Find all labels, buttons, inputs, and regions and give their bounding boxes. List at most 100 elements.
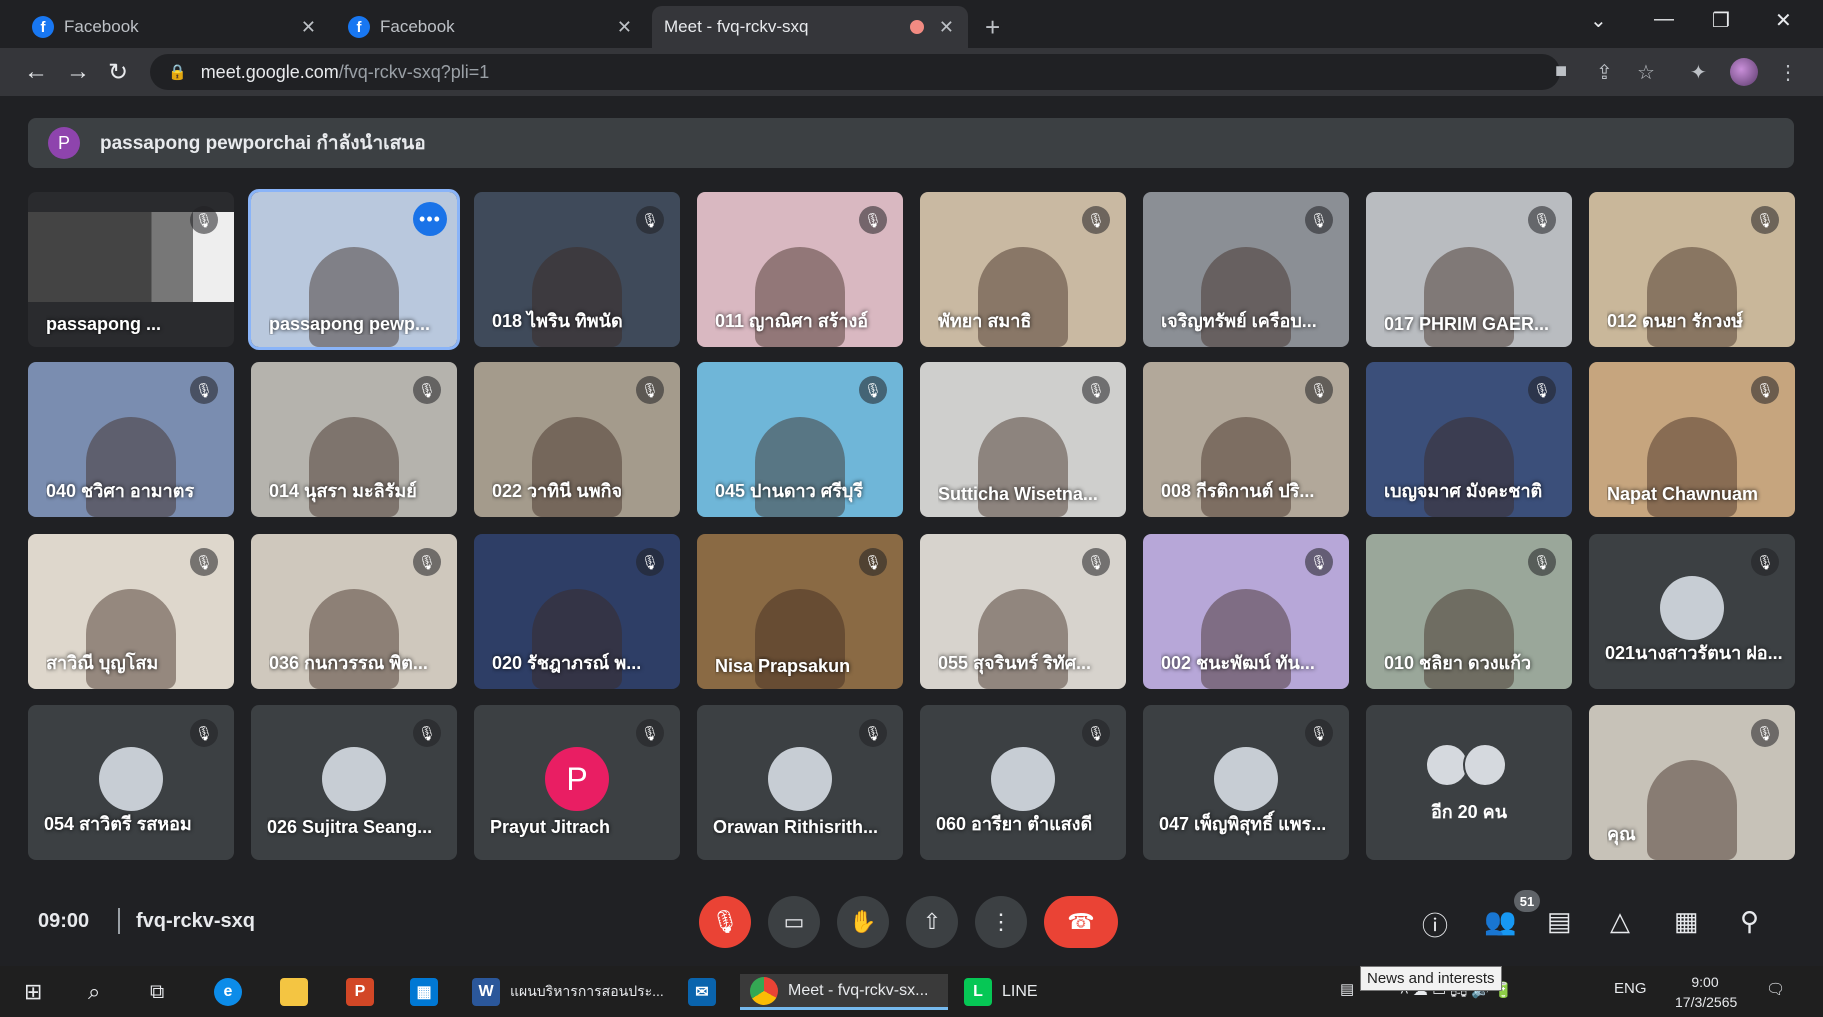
info-icon[interactable]: ⓘ	[1422, 906, 1448, 943]
search-button[interactable]: ⌕	[88, 974, 100, 1010]
participant-tile[interactable]: 🎙 011 ญาณิศา สร้างอ์	[697, 192, 903, 347]
close-icon[interactable]: ✕	[617, 17, 632, 38]
reload-icon[interactable]: ↻	[108, 58, 128, 87]
more-options-button[interactable]: ⋮	[975, 896, 1027, 948]
back-icon[interactable]: ←	[24, 58, 48, 86]
mail-button[interactable]: ✉	[688, 974, 726, 1010]
participant-tile[interactable]: 🎙 020 รัชฎาภรณ์ พ...	[474, 534, 680, 689]
participant-tile[interactable]: 🎙 Sutticha Wisetna...	[920, 362, 1126, 517]
participant-tile[interactable]: 🎙 047 เพ็ญพิสุทธิ์ แพร...	[1143, 705, 1349, 860]
participant-tile[interactable]: 🎙 สาวิณี บุญโสม	[28, 534, 234, 689]
participant-tile[interactable]: 🎙 060 อารียา ตำแสงดี	[920, 705, 1126, 860]
forward-icon[interactable]: →	[66, 58, 90, 86]
participant-tile[interactable]: 🎙 พัทยา สมาธิ	[920, 192, 1126, 347]
taskbar-line[interactable]: L LINE	[964, 974, 1038, 1010]
file-explorer-button[interactable]	[280, 974, 318, 1010]
share-icon[interactable]: ⇪	[1596, 60, 1613, 85]
participant-tile[interactable]: 🎙 036 กนกวรรณ พิต...	[251, 534, 457, 689]
extensions-icon[interactable]: ✦	[1690, 60, 1707, 85]
participant-tile[interactable]: 🎙 คุณ	[1589, 705, 1795, 860]
activities-icon[interactable]: △	[1610, 906, 1630, 937]
lock-icon[interactable]: 🔒	[168, 63, 187, 81]
bookmark-star-icon[interactable]: ☆	[1637, 60, 1655, 85]
camera-in-use-icon[interactable]: ■	[1555, 60, 1567, 83]
leave-call-button[interactable]: ☎	[1044, 896, 1118, 948]
tab-facebook-2[interactable]: f Facebook ✕	[336, 6, 646, 48]
tile-layout-icon[interactable]: ▦	[1674, 906, 1699, 937]
participant-name: 018 ไพริน ทิพนัด	[492, 311, 623, 331]
participant-tile[interactable]: 🎙 045 ปานดาว ศรีบุรี	[697, 362, 903, 517]
participant-tile[interactable]: 🎙 022 วาทินี นพกิจ	[474, 362, 680, 517]
minimize-button[interactable]: —	[1654, 8, 1674, 31]
participant-tile[interactable]: 🎙 Nisa Prapsakun	[697, 534, 903, 689]
mic-muted-icon: 🎙	[1305, 206, 1333, 234]
mic-muted-icon: 🎙	[413, 719, 441, 747]
task-view-button[interactable]: ⧉	[150, 974, 164, 1010]
participant-tile[interactable]: 🎙 021นางสาวรัตนา ฝอ...	[1589, 534, 1795, 689]
chat-icon[interactable]: ▤	[1547, 906, 1572, 937]
participant-tile[interactable]: 🎙 018 ไพริน ทิพนัด	[474, 192, 680, 347]
input-language[interactable]: ENG	[1614, 980, 1647, 997]
system-clock[interactable]: 9:00 17/3/2565	[1675, 972, 1737, 1012]
close-icon[interactable]: ✕	[939, 17, 954, 38]
host-controls-icon[interactable]: ⚲	[1740, 906, 1759, 937]
tab-facebook-1[interactable]: f Facebook ✕	[20, 6, 330, 48]
profile-avatar[interactable]	[1730, 58, 1758, 86]
raise-hand-button[interactable]: ✋	[837, 896, 889, 948]
participant-tile[interactable]: 🎙 Napat Chawnuam	[1589, 362, 1795, 517]
store-button[interactable]: ▦	[410, 974, 448, 1010]
participant-tile[interactable]: 🎙 014 นุสรา มะลิรัมย์	[251, 362, 457, 517]
url-path: /fvq-rckv-sxq?pli=1	[338, 61, 490, 82]
new-tab-button[interactable]: +	[985, 12, 1000, 43]
tab-meet[interactable]: ▶ Meet - fvq-rckv-sxq ✕	[652, 6, 968, 124]
participant-tile[interactable]: 🎙 เบญจมาศ มังคะชาติ	[1366, 362, 1572, 517]
meeting-control-bar: 09:00 fvq-rckv-sxq 🎙 ▭ ✋ ⇧ ⋮ ☎ ⓘ 👥 51 ▤ …	[6, 882, 1817, 966]
participant-tile[interactable]: 🎙 เจริญทรัพย์ เครือบ...	[1143, 192, 1349, 347]
task-view-icon: ⧉	[150, 980, 165, 1003]
close-icon[interactable]: ✕	[301, 17, 316, 38]
edge-button[interactable]: e	[214, 974, 252, 1010]
participant-tile[interactable]: 🎙 008 กีรติกานต์ ปริ...	[1143, 362, 1349, 517]
participant-tile[interactable]: 🎙 040 ชวิศา อามาตร	[28, 362, 234, 517]
participant-name: 036 กนกวรรณ พิต...	[269, 653, 428, 673]
participant-tile[interactable]: อีก 20 คน	[1366, 705, 1572, 860]
present-button[interactable]: ⇧	[906, 896, 958, 948]
news-interests-icon[interactable]: ▤	[1340, 980, 1354, 998]
restore-button[interactable]: ❐	[1712, 8, 1730, 33]
participant-tile[interactable]: 🎙 017 PHRIM GAER...	[1366, 192, 1572, 347]
tab-search-icon[interactable]: ⌄	[1590, 8, 1607, 33]
mic-muted-icon: 🎙	[1305, 548, 1333, 576]
address-bar[interactable]: 🔒 meet.google.com /fvq-rckv-sxq?pli=1	[150, 54, 1560, 90]
participant-tile[interactable]: 🎙 054 สาวิตรี รสหอม	[28, 705, 234, 860]
mic-muted-icon: 🎙	[413, 376, 441, 404]
participant-tile[interactable]: 🎙 026 Sujitra Seang...	[251, 705, 457, 860]
people-icon[interactable]: 👥	[1484, 906, 1516, 937]
participant-name: สาวิณี บุญโสม	[46, 653, 159, 673]
menu-icon[interactable]: ⋮	[1778, 60, 1798, 85]
participant-tile[interactable]: P 🎙 Prayut Jitrach	[474, 705, 680, 860]
mic-muted-icon: 🎙	[859, 206, 887, 234]
participant-name: passapong pewp...	[269, 314, 431, 334]
participant-name: 047 เพ็ญพิสุทธิ์ แพร...	[1159, 814, 1327, 834]
participant-tile[interactable]: 🎙 055 สุจรินทร์ ริทัศ...	[920, 534, 1126, 689]
taskbar-chrome[interactable]: Meet - fvq-rckv-sx...	[740, 974, 948, 1010]
camera-button[interactable]: ▭	[768, 896, 820, 948]
close-window-button[interactable]: ✕	[1775, 8, 1792, 33]
mic-off-button[interactable]: 🎙	[699, 896, 751, 948]
participant-tile[interactable]: 🎙 passapong ...	[28, 192, 234, 347]
participant-tile[interactable]: ••• passapong pewp...	[248, 189, 460, 350]
notifications-icon[interactable]: 🗨	[1766, 980, 1785, 998]
participant-tile[interactable]: 🎙 012 ดนยา รักวงษ์	[1589, 192, 1795, 347]
mic-muted-icon: 🎙	[1751, 206, 1779, 234]
facebook-icon: f	[32, 16, 54, 38]
participant-count-badge: 51	[1514, 890, 1540, 912]
taskbar-word[interactable]: W แผนบริหารการสอนประ...	[472, 974, 664, 1010]
participant-tile[interactable]: 🎙 002 ชนะพัฒน์ ทัน...	[1143, 534, 1349, 689]
more-options-icon[interactable]: •••	[413, 202, 447, 236]
participant-name: 008 กีรติกานต์ ปริ...	[1161, 481, 1315, 501]
participant-tile[interactable]: 🎙 Orawan Rithisrith...	[697, 705, 903, 860]
participant-tile[interactable]: 🎙 010 ชลิยา ดวงแก้ว	[1366, 534, 1572, 689]
powerpoint-button[interactable]: P	[346, 974, 384, 1010]
mic-muted-icon: 🎙	[1082, 548, 1110, 576]
start-button[interactable]: ⊞	[24, 974, 42, 1010]
